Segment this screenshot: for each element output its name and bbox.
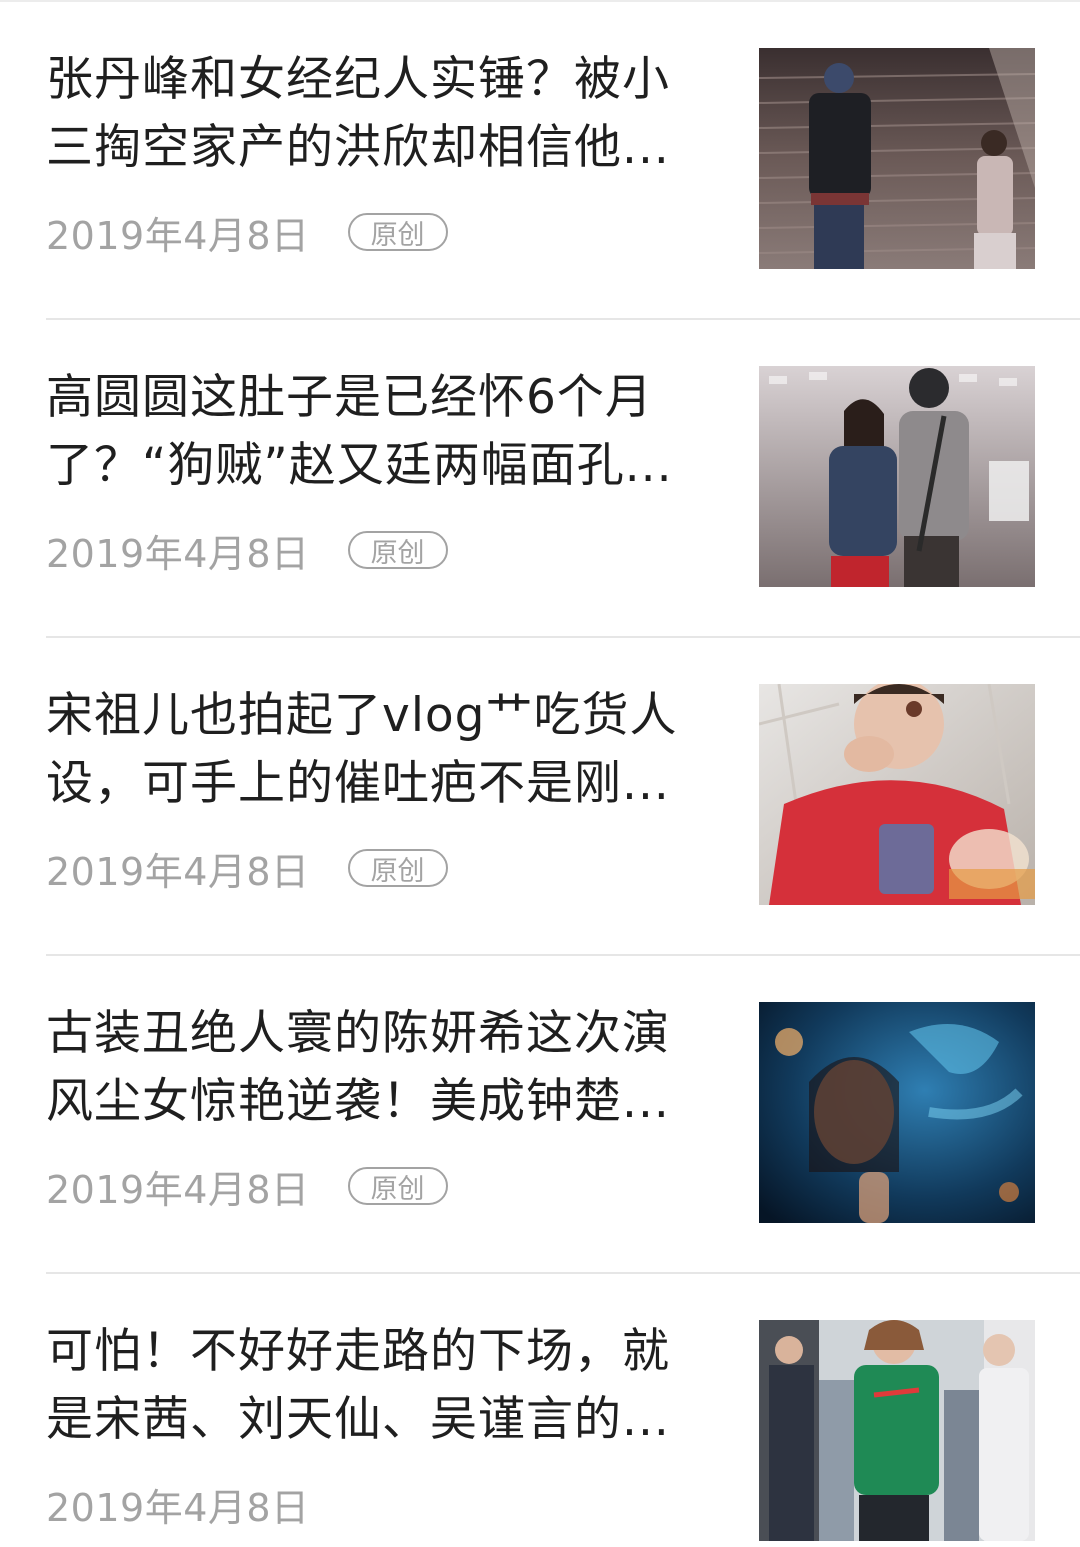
article-title-line2: 风尘女惊艳逆袭！美成钟楚...: [46, 1074, 670, 1129]
article-thumbnail[interactable]: [759, 366, 1035, 587]
article-title[interactable]: 宋祖儿也拍起了vlog艹吃货人 设，可手上的催吐疤不是刚...: [46, 682, 710, 818]
article-thumbnail[interactable]: [759, 1002, 1035, 1223]
article-title-line1: 可怕！不好好走路的下场，就: [46, 1324, 670, 1379]
article-title-line1: 宋祖儿也拍起了vlog艹吃货人: [46, 688, 678, 743]
article-item[interactable]: 高圆圆这肚子是已经怀6个月 了？“狗贼”赵又廷两幅面孔... 2019年4月8日…: [0, 318, 1080, 636]
article-title-line1: 高圆圆这肚子是已经怀6个月: [46, 370, 653, 425]
article-thumbnail[interactable]: [759, 684, 1035, 905]
article-date: 2019年4月8日: [46, 213, 310, 258]
original-badge: 原创: [347, 849, 448, 887]
article-title-line2: 设，可手上的催吐疤不是刚...: [46, 756, 670, 811]
article-thumbnail[interactable]: [759, 1320, 1035, 1541]
original-badge: 原创: [347, 213, 448, 251]
article-meta: 2019年4月8日 原创: [46, 1160, 448, 1212]
couple-at-airport-image: [759, 366, 1035, 587]
article-title[interactable]: 高圆圆这肚子是已经怀6个月 了？“狗贼”赵又廷两幅面孔...: [46, 364, 710, 500]
article-item[interactable]: 张丹峰和女经纪人实锤？被小 三掏空家产的洪欣却相信他... 2019年4月8日 …: [0, 0, 1080, 318]
original-badge: 原创: [347, 531, 448, 569]
article-title[interactable]: 可怕！不好好走路的下场，就 是宋茜、刘天仙、吴谨言的...: [46, 1318, 710, 1454]
article-title-line2: 三掏空家产的洪欣却相信他...: [46, 120, 670, 175]
article-title[interactable]: 古装丑绝人寰的陈妍希这次演 风尘女惊艳逆袭！美成钟楚...: [46, 1000, 710, 1136]
couple-on-stairs-image: [759, 48, 1035, 269]
article-title-line2: 是宋茜、刘天仙、吴谨言的...: [46, 1392, 670, 1447]
original-badge: 原创: [347, 1167, 448, 1205]
article-item[interactable]: 古装丑绝人寰的陈妍希这次演 风尘女惊艳逆袭！美成钟楚... 2019年4月8日 …: [0, 954, 1080, 1272]
article-thumbnail[interactable]: [759, 48, 1035, 269]
article-date: 2019年4月8日: [46, 1167, 310, 1212]
article-meta: 2019年4月8日 原创: [46, 206, 448, 258]
crowd-green-shirt-image: [759, 1320, 1035, 1541]
article-meta: 2019年4月8日 原创: [46, 842, 448, 894]
article-title[interactable]: 张丹峰和女经纪人实锤？被小 三掏空家产的洪欣却相信他...: [46, 46, 710, 182]
article-meta: 2019年4月8日 原创: [46, 524, 448, 576]
article-date: 2019年4月8日: [46, 531, 310, 576]
woman-blue-neon-image: [759, 1002, 1035, 1223]
article-item[interactable]: 宋祖儿也拍起了vlog艹吃货人 设，可手上的催吐疤不是刚... 2019年4月8…: [0, 636, 1080, 954]
article-title-line1: 古装丑绝人寰的陈妍希这次演: [46, 1006, 670, 1061]
article-item[interactable]: 可怕！不好好走路的下场，就 是宋茜、刘天仙、吴谨言的... 2019年4月8日: [0, 1272, 1080, 1547]
article-date: 2019年4月8日: [46, 849, 310, 894]
article-title-line1: 张丹峰和女经纪人实锤？被小: [46, 52, 670, 107]
article-date: 2019年4月8日: [46, 1485, 310, 1530]
article-title-line2: 了？“狗贼”赵又廷两幅面孔...: [46, 438, 673, 493]
article-meta: 2019年4月8日: [46, 1478, 310, 1530]
girl-eating-red-sweater-image: [759, 684, 1035, 905]
